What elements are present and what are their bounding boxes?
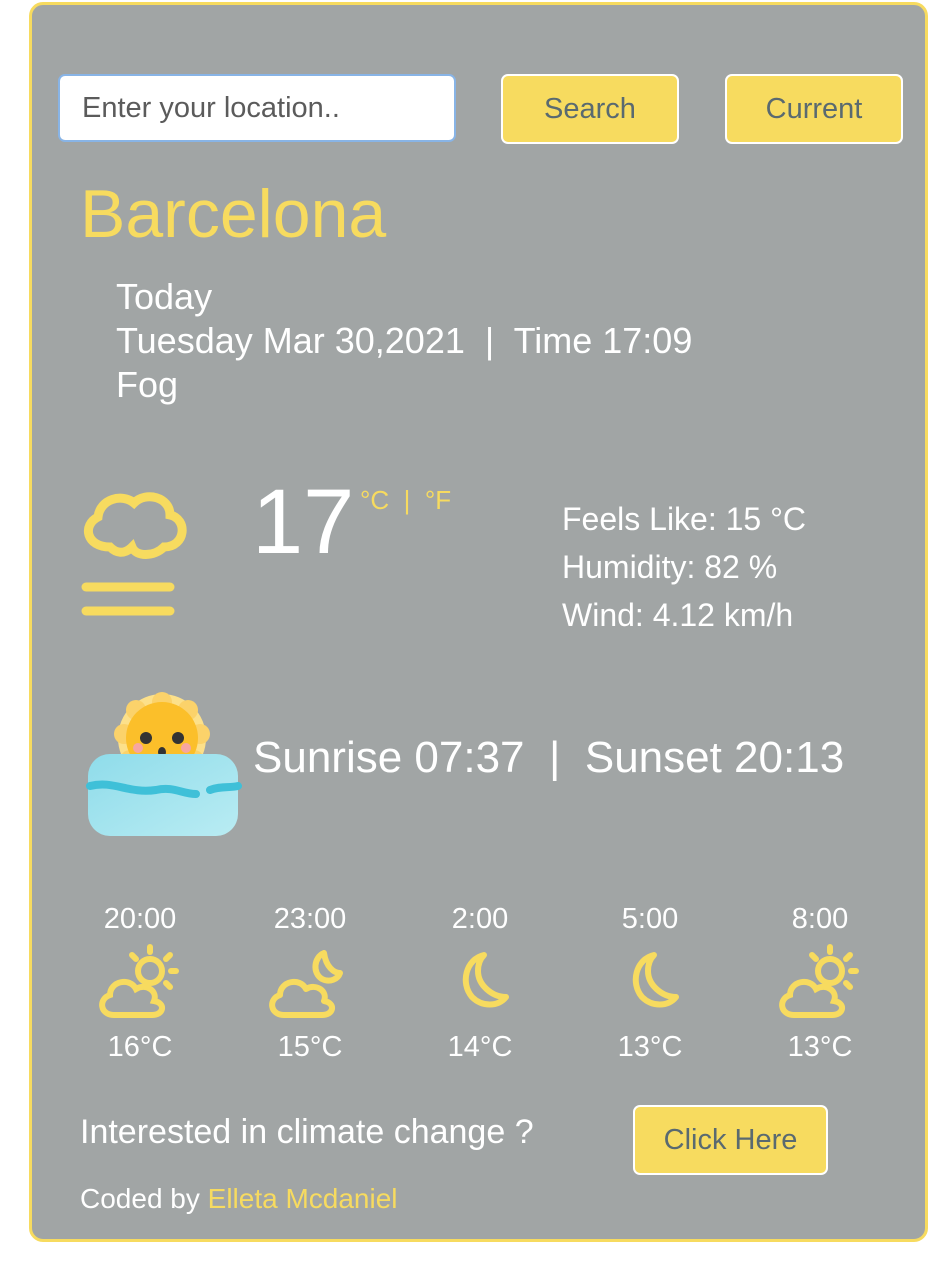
forecast-item: 5:00 13°C [580, 903, 720, 1064]
climate-change-prompt: Interested in climate change ? [80, 1113, 534, 1151]
author-link[interactable]: Elleta Mcdaniel [208, 1183, 398, 1214]
feels-like: Feels Like: 15 °C [562, 501, 807, 537]
wind: Wind: 4.12 km/h [562, 597, 794, 633]
forecast-item: 23:00 15°C [240, 903, 380, 1064]
city-name: Barcelona [80, 176, 387, 252]
forecast-time: 8:00 [791, 903, 849, 935]
forecast-time: 23:00 [273, 903, 347, 935]
today-info: Today Tuesday Mar 30,2021 | Time 17:09 F… [116, 275, 692, 407]
today-label: Today [116, 276, 213, 317]
forecast-temp: 16°C [107, 1031, 173, 1063]
moon-icon [462, 952, 509, 1008]
forecast-temp: 15°C [277, 1031, 343, 1063]
unit-toggle[interactable]: °C | °F [360, 485, 451, 516]
forecast-time: 2:00 [451, 903, 509, 935]
weather-description: Fog [116, 364, 179, 405]
forecast-time: 20:00 [103, 903, 177, 935]
current-temperature: 17 [252, 471, 355, 573]
weather-details: Feels Like: 15 °C Humidity: 82 % Wind: 4… [562, 495, 806, 639]
partly-cloudy-day-icon [779, 944, 859, 1018]
credit: Coded by Elleta Mcdaniel [80, 1183, 398, 1215]
partly-cloudy-night-icon [269, 950, 343, 1018]
search-button[interactable]: Search [501, 74, 679, 144]
moon-icon [632, 952, 679, 1008]
partly-cloudy-day-icon [99, 944, 179, 1018]
date-time: Tuesday Mar 30,2021 | Time 17:09 [116, 320, 693, 361]
forecast-item: 8:00 13°C [750, 903, 890, 1064]
search-input[interactable] [58, 74, 456, 142]
forecast-time: 5:00 [621, 903, 679, 935]
humidity: Humidity: 82 % [562, 549, 778, 585]
sunrise-illustration [86, 692, 242, 836]
current-location-button[interactable]: Current [725, 74, 903, 144]
fog-icon [81, 492, 187, 616]
forecast-temp: 14°C [447, 1031, 513, 1063]
hourly-forecast: 20:00 16°C 23:00 15°C 2:00 14°C 5:00 13°… [70, 903, 920, 1083]
coded-by-label: Coded by [80, 1183, 208, 1214]
forecast-item: 2:00 14°C [410, 903, 550, 1064]
forecast-temp: 13°C [617, 1031, 683, 1063]
click-here-button[interactable]: Click Here [633, 1105, 828, 1175]
forecast-temp: 13°C [787, 1031, 853, 1063]
sunrise-sunset: Sunrise 07:37 | Sunset 20:13 [253, 733, 845, 782]
forecast-item: 20:00 16°C [70, 903, 210, 1064]
weather-card: Search Current Barcelona Today Tuesday M… [29, 2, 928, 1242]
